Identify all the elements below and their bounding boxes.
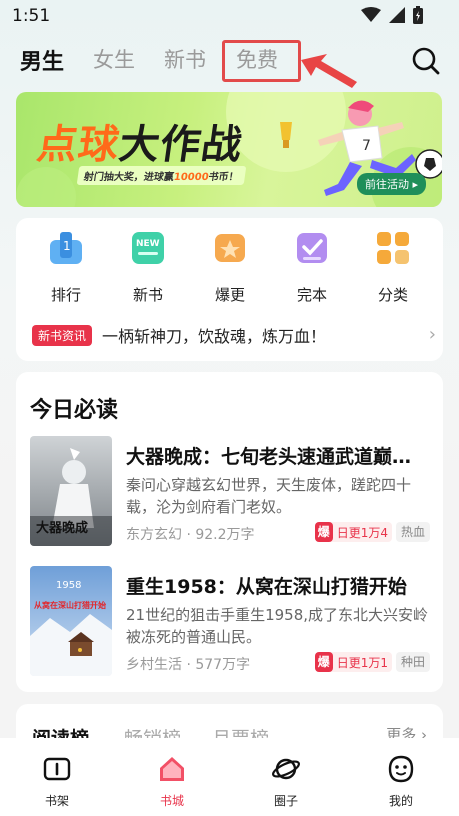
nav-bookshelf[interactable]: 书架 (27, 754, 87, 809)
hot-update-tag: 爆 日更1万4 (314, 522, 392, 542)
book-title: 大器晚成：七旬老头速通武道巅… (126, 446, 412, 468)
chevron-right-icon: › (428, 324, 436, 345)
book-tags: 爆 日更1万4 热血 (314, 522, 430, 542)
status-time: 1:51 (12, 6, 51, 26)
status-icons (361, 6, 423, 24)
genre-tag: 热血 (395, 522, 430, 542)
hot-badge: 爆 (314, 652, 333, 672)
book-item[interactable]: 大器晚成 大器晚成：七旬老头速通武道巅… 秦问心穿越玄幻世界，天生废体，蹉跎四十… (30, 436, 430, 548)
status-bar: 1:51 (0, 0, 459, 34)
search-icon[interactable] (411, 46, 441, 76)
signal-icon (389, 7, 405, 23)
hot-text: 日更1万1 (336, 655, 388, 670)
hot-update-icon (215, 234, 245, 262)
category-hot-update[interactable]: 爆更 (195, 230, 265, 305)
planet-icon (272, 758, 300, 780)
must-read-card: 今日必读 大器晚成 大器晚成：七旬老头速通武道巅… 秦问心穿越玄幻世界，天生废体… (16, 372, 443, 692)
category-ranking[interactable]: 1 排行 (31, 230, 101, 305)
ranking-icon: 1 (50, 232, 82, 264)
promo-banner[interactable]: 点球大作战 射门抽大奖，进球赢10000书币！ 7 前往活动 ▸ (16, 92, 442, 207)
news-badge: 新书资讯 (32, 325, 93, 346)
hot-badge: 爆 (314, 522, 333, 542)
cover-year-text: 1958 (56, 580, 81, 591)
cover-title-text: 从窝在深山打猎开始 (34, 600, 106, 610)
bookstore-icon (160, 757, 184, 781)
nav-profile-label: 我的 (388, 794, 413, 808)
book-cover: 1958 从窝在深山打猎开始 (30, 566, 112, 676)
wifi-icon (361, 7, 381, 22)
banner-title-rest: 大作战 (116, 122, 246, 168)
bookshelf-icon (43, 757, 71, 781)
finished-icon (297, 233, 327, 263)
category-hot-update-label: 爆更 (214, 286, 245, 304)
book-title: 重生1958：从窝在深山打猎开始 (126, 576, 407, 598)
tab-male[interactable]: 男生 (20, 44, 64, 76)
nav-circle-label: 圈子 (273, 794, 298, 808)
must-read-title: 今日必读 (30, 398, 119, 423)
category-new[interactable]: NEW 新书 (113, 230, 183, 305)
banner-subtitle-pre: 射门抽大奖，进球赢 (82, 172, 175, 183)
red-arrow-annotation (301, 54, 357, 88)
book-meta: 乡村生活 · 577万字 (126, 657, 251, 673)
book-meta: 东方玄幻 · 92.2万字 (126, 527, 255, 543)
category-ranking-label: 排行 (50, 286, 81, 304)
category-grid-icon (377, 232, 409, 264)
book-item[interactable]: 1958 从窝在深山打猎开始 重生1958：从窝在深山打猎开始 21世纪的狙击手… (30, 566, 430, 678)
free-tab-highlight-box (222, 40, 301, 82)
book-tags: 爆 日更1万1 种田 (314, 652, 430, 672)
category-classify[interactable]: 分类 (358, 230, 428, 305)
hot-update-tag: 爆 日更1万1 (314, 652, 392, 672)
news-text: 一柄斩神刀，饮敌魂，炼万血！ (102, 327, 327, 346)
profile-icon (388, 755, 414, 783)
bottom-nav: 书架 书城 圈子 我的 (0, 738, 459, 816)
category-card: 1 排行 NEW 新书 爆更 完本 分类 新书资讯 一柄斩神刀，饮敌魂，炼万血！… (16, 218, 443, 361)
book-description: 21世纪的狙击手重生1958,成了东北大兴安岭被冻死的普通山民。 (126, 606, 429, 646)
nav-bookstore-label: 书城 (159, 794, 184, 808)
new-badge-text: NEW (136, 239, 160, 249)
banner-go-button[interactable]: 前往活动 ▸ (356, 173, 426, 195)
category-finished[interactable]: 完本 (277, 230, 347, 305)
banner-title-highlight: 点球 (34, 122, 123, 168)
jersey-number: 7 (362, 138, 371, 154)
battery-icon (413, 6, 423, 24)
nav-profile[interactable]: 我的 (371, 754, 431, 809)
svg-text:1: 1 (63, 239, 71, 253)
banner-subtitle: 射门抽大奖，进球赢10000书币！ (76, 166, 247, 185)
hot-text: 日更1万4 (336, 525, 388, 540)
nav-bookstore[interactable]: 书城 (142, 754, 202, 809)
news-row[interactable]: 新书资讯 一柄斩神刀，饮敌魂，炼万血！ › (32, 322, 436, 346)
genre-tag: 种田 (395, 652, 430, 672)
category-classify-label: 分类 (377, 286, 408, 304)
nav-circle[interactable]: 圈子 (256, 754, 316, 809)
category-new-label: 新书 (132, 286, 163, 304)
tab-female[interactable]: 女生 (93, 44, 135, 74)
tab-new-books[interactable]: 新书 (164, 44, 206, 74)
banner-title: 点球大作战 (34, 112, 247, 170)
category-finished-label: 完本 (296, 286, 327, 304)
nav-bookshelf-label: 书架 (44, 794, 69, 808)
cover-title-text: 大器晚成 (36, 520, 88, 536)
banner-subtitle-post: 书币！ (207, 172, 240, 183)
book-cover: 大器晚成 (30, 436, 112, 546)
new-book-icon: NEW (132, 232, 164, 264)
book-description: 秦问心穿越玄幻世界，天生废体，蹉跎四十载，沦为剑府看门老奴。 (126, 476, 412, 516)
banner-subtitle-number: 10000 (172, 172, 210, 183)
